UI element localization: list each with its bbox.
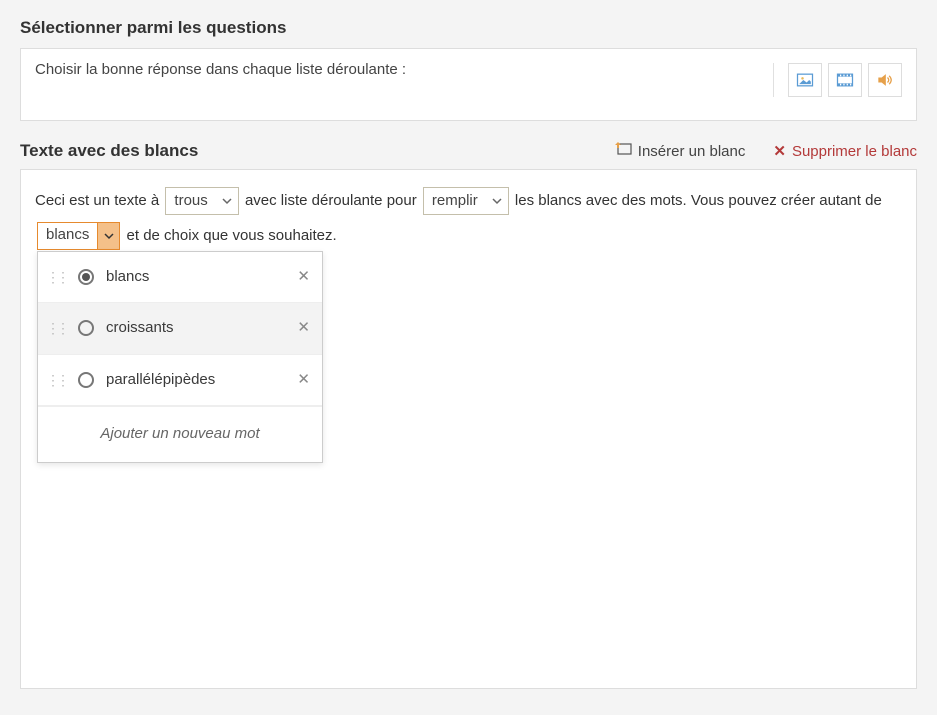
blank-select-1[interactable]: trous: [165, 187, 238, 215]
drag-handle-icon[interactable]: ⋮⋮: [46, 270, 66, 284]
insert-blank-button[interactable]: Insérer un blanc: [614, 142, 746, 160]
question-prompt-text[interactable]: Choisir la bonne réponse dans chaque lis…: [35, 61, 902, 78]
insert-video-button[interactable]: [828, 63, 862, 97]
option-label: blancs: [106, 260, 283, 295]
text-fragment: les blancs avec des mots. Vous pouvez cr…: [515, 192, 882, 209]
audio-icon: [875, 70, 895, 90]
blank-select-3[interactable]: blancs ⋮⋮ blancs ✕ ⋮⋮ croissants ✕: [37, 222, 120, 250]
option-radio[interactable]: [78, 372, 94, 388]
remove-option-button[interactable]: ✕: [295, 363, 312, 398]
option-radio[interactable]: [78, 320, 94, 336]
blank-options-dropdown: ⋮⋮ blancs ✕ ⋮⋮ croissants ✕ ⋮⋮ parallélé…: [37, 251, 323, 463]
text-fragment: Ceci est un texte à: [35, 192, 159, 209]
editor-panel[interactable]: Ceci est un texte à trous avec liste dér…: [20, 169, 917, 689]
blanks-section-header: Texte avec des blancs: [20, 141, 614, 161]
video-icon: [835, 70, 855, 90]
drag-handle-icon[interactable]: ⋮⋮: [46, 373, 66, 387]
blank-option-row[interactable]: ⋮⋮ croissants ✕: [38, 303, 322, 355]
option-label: parallélépipèdes: [106, 363, 283, 398]
chevron-down-icon: [486, 188, 508, 214]
delete-blank-icon: ✕: [773, 142, 786, 160]
insert-blank-icon: [614, 142, 632, 160]
drag-handle-icon[interactable]: ⋮⋮: [46, 321, 66, 335]
delete-blank-label: Supprimer le blanc: [792, 143, 917, 160]
option-radio[interactable]: [78, 269, 94, 285]
editor-text: Ceci est un texte à trous avec liste dér…: [35, 184, 902, 253]
remove-option-button[interactable]: ✕: [295, 260, 312, 295]
media-toolbar: [773, 63, 902, 97]
add-option-button[interactable]: Ajouter un nouveau mot: [38, 406, 322, 462]
blanks-header-row: Texte avec des blancs Insérer un blanc ✕…: [0, 133, 937, 169]
question-section-header: Sélectionner parmi les questions: [0, 0, 937, 48]
text-fragment: avec liste déroulante pour: [245, 192, 417, 209]
blank-select-2[interactable]: remplir: [423, 187, 509, 215]
image-icon: [795, 70, 815, 90]
blanks-actions: Insérer un blanc ✕ Supprimer le blanc: [614, 142, 917, 160]
insert-audio-button[interactable]: [868, 63, 902, 97]
blank-2-value: remplir: [424, 188, 486, 214]
chevron-down-icon: [97, 223, 119, 249]
text-fragment: et de choix que vous souhaitez.: [127, 227, 337, 244]
chevron-down-icon: [216, 188, 238, 214]
blank-1-value: trous: [166, 188, 215, 214]
delete-blank-button[interactable]: ✕ Supprimer le blanc: [773, 142, 917, 160]
insert-blank-label: Insérer un blanc: [638, 143, 746, 160]
question-panel: Choisir la bonne réponse dans chaque lis…: [20, 48, 917, 121]
insert-image-button[interactable]: [788, 63, 822, 97]
blank-option-row[interactable]: ⋮⋮ blancs ✕: [38, 252, 322, 304]
remove-option-button[interactable]: ✕: [295, 311, 312, 346]
option-label: croissants: [106, 311, 283, 346]
blank-3-value: blancs: [38, 223, 97, 249]
blank-option-row[interactable]: ⋮⋮ parallélépipèdes ✕: [38, 355, 322, 407]
